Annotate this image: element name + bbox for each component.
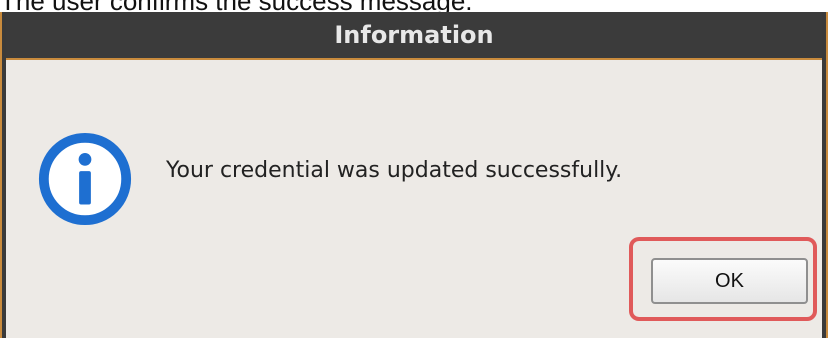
ok-button[interactable]: OK xyxy=(651,258,808,304)
info-icon xyxy=(38,132,132,226)
dialog-titlebar: Information xyxy=(6,12,822,60)
dialog-message: Your credential was updated successfully… xyxy=(166,158,623,183)
dialog-title: Information xyxy=(334,21,494,49)
screenshot: The user confirms the success message. I… xyxy=(0,0,828,338)
